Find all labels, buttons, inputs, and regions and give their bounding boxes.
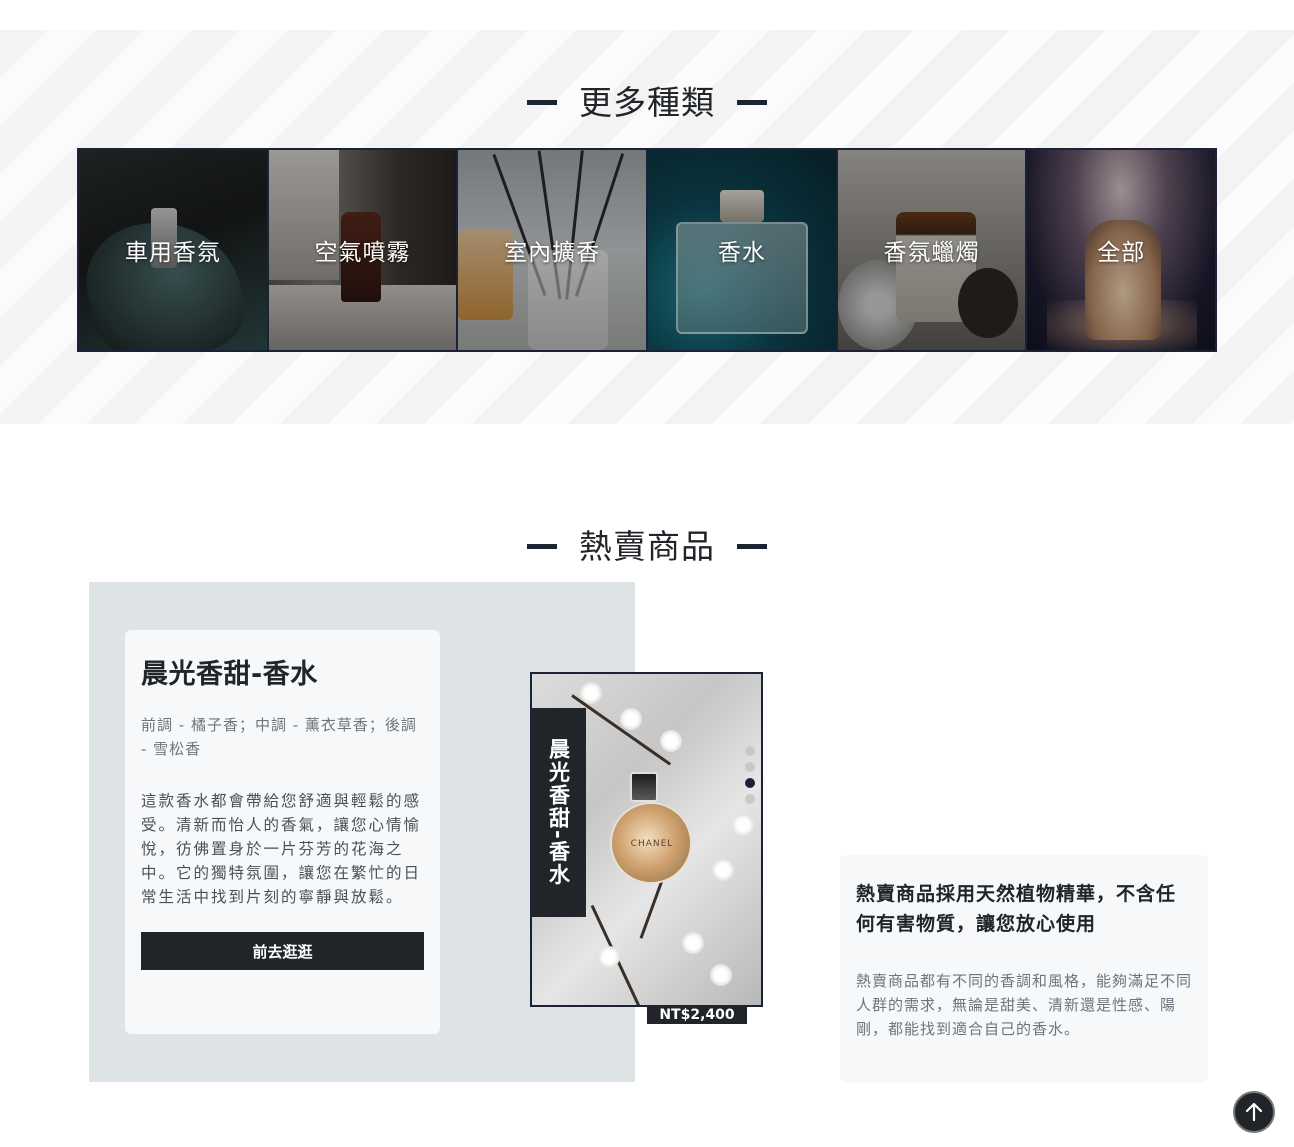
category-card-diffuser[interactable]: 室內擴香 bbox=[458, 150, 647, 350]
blossom-image bbox=[598, 946, 620, 968]
product-name: 晨光香甜-香水 bbox=[141, 659, 318, 690]
shop-now-button[interactable]: 前去逛逛 bbox=[141, 932, 424, 970]
blossom-image bbox=[732, 814, 754, 836]
product-vertical-label: 晨光香甜-香水 bbox=[531, 708, 586, 917]
category-label: 車用香氛 bbox=[124, 240, 221, 266]
blossom-image bbox=[682, 932, 704, 954]
category-card-all[interactable]: 全部 bbox=[1027, 150, 1216, 350]
category-card-spray[interactable]: 空氣噴霧 bbox=[268, 150, 457, 350]
hot-products-title: 熱賣商品 bbox=[0, 520, 1294, 568]
price-tag: NT$2,400 bbox=[647, 1005, 747, 1024]
blossom-image bbox=[710, 964, 732, 986]
title-dash-left bbox=[527, 100, 557, 105]
carousel-dot-3[interactable] bbox=[745, 778, 755, 788]
category-label: 香水 bbox=[717, 240, 766, 266]
bottle-brand-text: CHANEL bbox=[630, 839, 674, 849]
back-to-top-button[interactable] bbox=[1233, 1091, 1275, 1133]
feature-card: 熱賣商品採用天然植物精華，不含任何有害物質，讓您放心使用 熱賣商品都有不同的香調… bbox=[840, 855, 1208, 1083]
category-label: 室內擴香 bbox=[504, 240, 601, 266]
blossom-image bbox=[620, 708, 642, 730]
category-label: 全部 bbox=[1097, 240, 1146, 266]
category-label: 香氛蠟燭 bbox=[883, 240, 980, 266]
category-grid: 車用香氛 空氣噴霧 室內擴香 香水 香氛蠟燭 全部 bbox=[77, 148, 1217, 352]
perfume-cap-image bbox=[630, 772, 658, 802]
carousel-dot-2[interactable] bbox=[745, 762, 755, 772]
product-notes: 前調 - 橘子香；中調 - 薰衣草香；後調 - 雪松香 bbox=[141, 716, 417, 758]
categories-section: 更多種類 車用香氛 空氣噴霧 室內擴香 香水 香氛蠟燭 全部 bbox=[0, 30, 1294, 424]
carousel-dot-1[interactable] bbox=[745, 746, 755, 756]
blossom-image bbox=[712, 859, 734, 881]
title-dash-right bbox=[737, 544, 767, 549]
title-dash-left bbox=[527, 544, 557, 549]
feature-body: 熱賣商品都有不同的香調和風格，能夠滿足不同人群的需求，無論是甜美、清新還是性感、… bbox=[856, 972, 1193, 1038]
title-dash-right bbox=[737, 100, 767, 105]
category-label: 空氣噴霧 bbox=[314, 240, 411, 266]
category-card-perfume[interactable]: 香水 bbox=[648, 150, 836, 350]
hot-products-title-text: 熱賣商品 bbox=[579, 527, 715, 566]
category-card-car[interactable]: 車用香氛 bbox=[79, 150, 267, 350]
feature-heading: 熱賣商品採用天然植物精華，不含任何有害物質，讓您放心使用 bbox=[856, 883, 1177, 935]
product-info-card: 晨光香甜-香水 前調 - 橘子香；中調 - 薰衣草香；後調 - 雪松香 這款香水… bbox=[125, 630, 440, 1034]
categories-title-text: 更多種類 bbox=[579, 83, 715, 122]
carousel-dots bbox=[745, 746, 755, 804]
blossom-image bbox=[660, 730, 682, 752]
arrow-up-icon bbox=[1245, 1102, 1263, 1122]
category-card-candle[interactable]: 香氛蠟燭 bbox=[837, 150, 1026, 350]
blossom-image bbox=[580, 682, 602, 704]
categories-title: 更多種類 bbox=[0, 76, 1294, 124]
carousel-dot-4[interactable] bbox=[745, 794, 755, 804]
product-description: 這款香水都會帶給您舒適與輕鬆的感受。清新而怡人的香氣，讓您心情愉悅，彷佛置身於一… bbox=[141, 792, 422, 906]
